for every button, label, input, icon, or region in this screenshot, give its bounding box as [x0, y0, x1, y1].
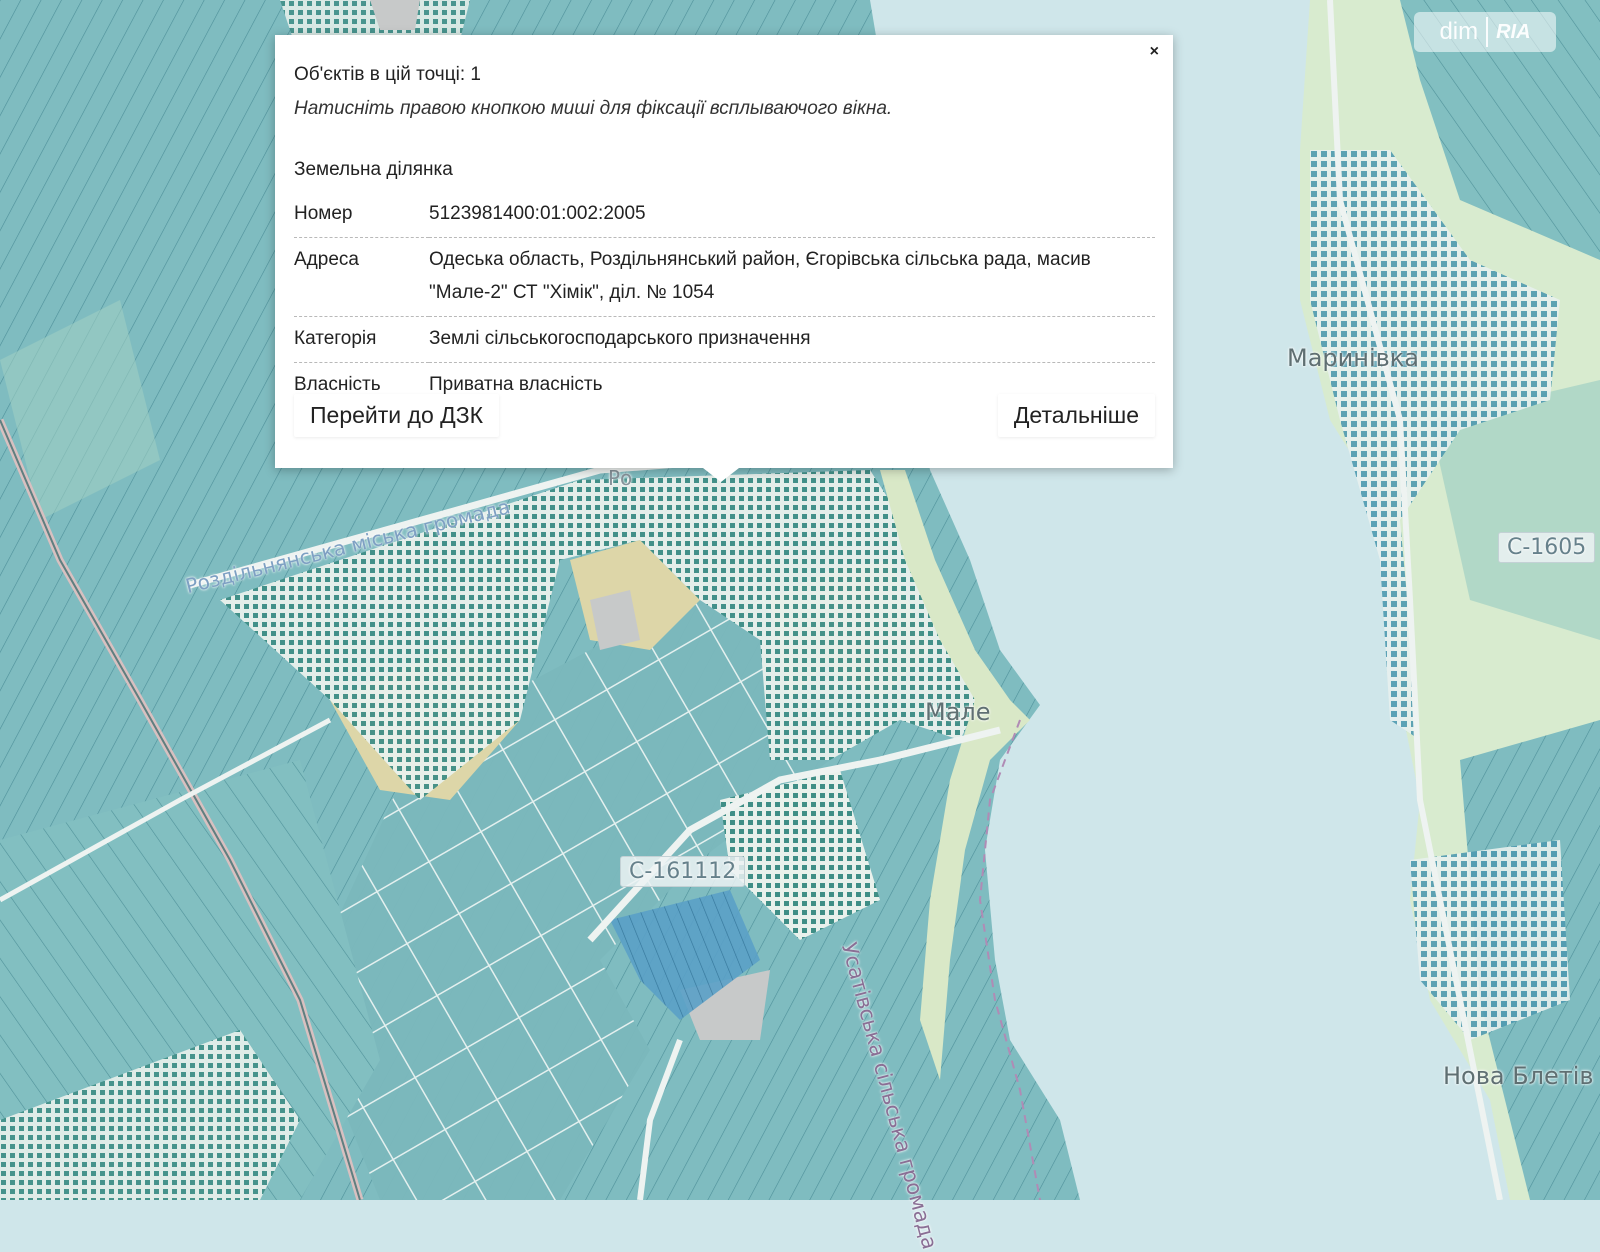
dim-ria-watermark: dim RIA: [1414, 12, 1556, 52]
details-button[interactable]: Детальніше: [997, 393, 1155, 437]
parcel-attributes-table: Номер 5123981400:01:002:2005 Адреса Одес…: [294, 192, 1155, 408]
road-label-c605: С-1605: [1498, 532, 1596, 563]
objects-count-text: Об'єктів в цій точці: 1: [294, 64, 481, 85]
table-row: Номер 5123981400:01:002:2005: [294, 192, 1155, 238]
map-fragment-label: Ро: [608, 466, 633, 490]
feature-info-popup: × Об'єктів в цій точці: 1 Натисніть прав…: [275, 35, 1173, 468]
village-label-marynivka: Маринівка: [1287, 344, 1419, 372]
attr-value-address: Одеська область, Роздільнянський район, …: [429, 237, 1155, 317]
village-label-nova-bletiv: Нова Блетів: [1443, 1062, 1594, 1090]
popup-actions: Перейти до ДЗК Детальніше: [294, 390, 1155, 440]
attr-value-number: 5123981400:01:002:2005: [429, 192, 1155, 238]
attr-key-address: Адреса: [294, 237, 429, 317]
popup-title: Земельна ділянка: [294, 159, 453, 180]
attr-value-category: Землі сільськогосподарського призначення: [429, 316, 1155, 363]
watermark-dim-text: dim: [1439, 18, 1479, 45]
pin-popup-hint: Натисніть правою кнопкою миші для фіксац…: [294, 98, 893, 119]
road-label-c161112: С-161112: [620, 856, 746, 887]
popup-pointer: [703, 468, 739, 482]
attr-key-number: Номер: [294, 192, 429, 238]
table-row: Адреса Одеська область, Роздільнянський …: [294, 237, 1155, 317]
table-row: Категорія Землі сільськогосподарського п…: [294, 316, 1155, 363]
watermark-divider: [1486, 17, 1489, 47]
watermark-ria-text: RIA: [1496, 20, 1531, 43]
attr-key-category: Категорія: [294, 316, 429, 363]
close-icon[interactable]: ×: [1150, 43, 1159, 61]
go-to-dzk-button[interactable]: Перейти до ДЗК: [294, 393, 499, 437]
village-label-male: Мале: [925, 698, 991, 726]
